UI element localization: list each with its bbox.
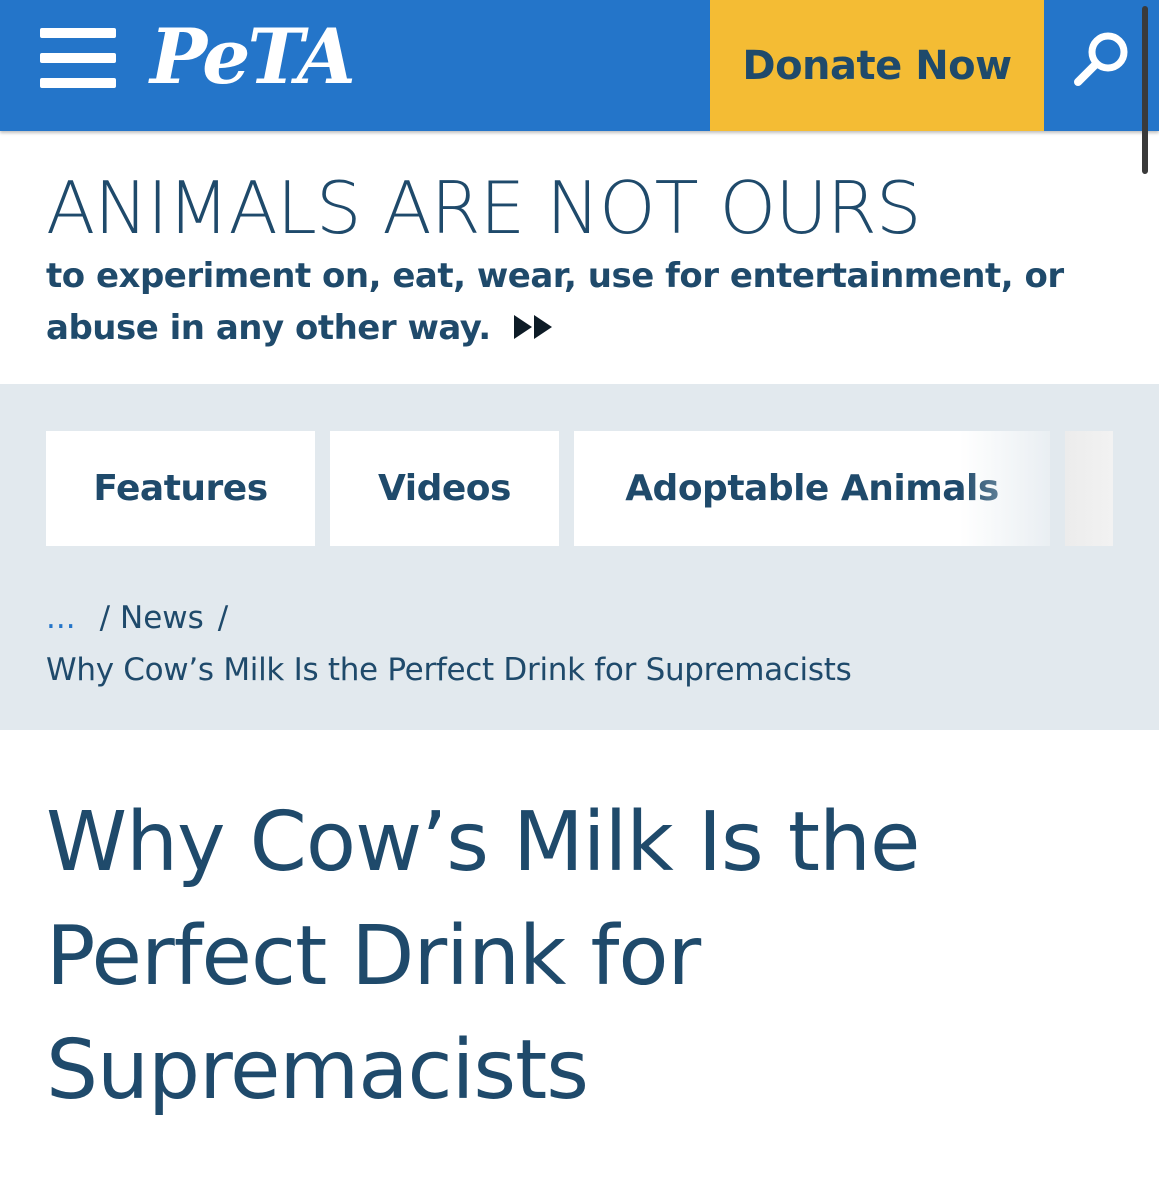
site-header: PeTA Donate Now <box>0 0 1159 174</box>
scrollbar[interactable] <box>1140 0 1159 180</box>
tagline-headline: ANIMALS ARE NOT OURS <box>46 166 922 250</box>
breadcrumb-news-link[interactable]: News <box>120 600 204 636</box>
tab-features[interactable]: Features <box>46 431 315 546</box>
menu-bar <box>40 53 116 63</box>
breadcrumb-separator: / <box>99 600 111 636</box>
fast-forward-icon[interactable] <box>512 304 556 356</box>
menu-bar <box>40 28 116 38</box>
scrollbar-thumb[interactable] <box>1142 6 1148 174</box>
peta-logo[interactable]: PeTA <box>150 12 356 102</box>
breadcrumb-separator: / <box>217 600 229 636</box>
breadcrumb-current-page: Why Cow’s Milk Is the Perfect Drink for … <box>46 652 852 688</box>
breadcrumb: ... / News / <box>46 596 1126 640</box>
search-icon[interactable] <box>1066 28 1136 90</box>
hamburger-menu-icon[interactable] <box>40 28 116 88</box>
tagline-subline: to experiment on, eat, wear, use for ent… <box>46 250 1106 356</box>
tab-partial-next[interactable] <box>1065 431 1113 546</box>
page: PeTA Donate Now ANIMALS ARE NOT OURS to … <box>0 0 1159 1200</box>
breadcrumb-ellipsis[interactable]: ... <box>46 600 76 636</box>
tab-adoptable-animals[interactable]: Adoptable Animals <box>574 431 1050 546</box>
article-title: Why Cow’s Milk Is the Perfect Drink for … <box>46 795 920 1118</box>
tab-videos[interactable]: Videos <box>330 431 559 546</box>
donate-now-button[interactable]: Donate Now <box>710 0 1044 131</box>
menu-bar <box>40 78 116 88</box>
search-icon-graphic <box>1074 32 1128 86</box>
